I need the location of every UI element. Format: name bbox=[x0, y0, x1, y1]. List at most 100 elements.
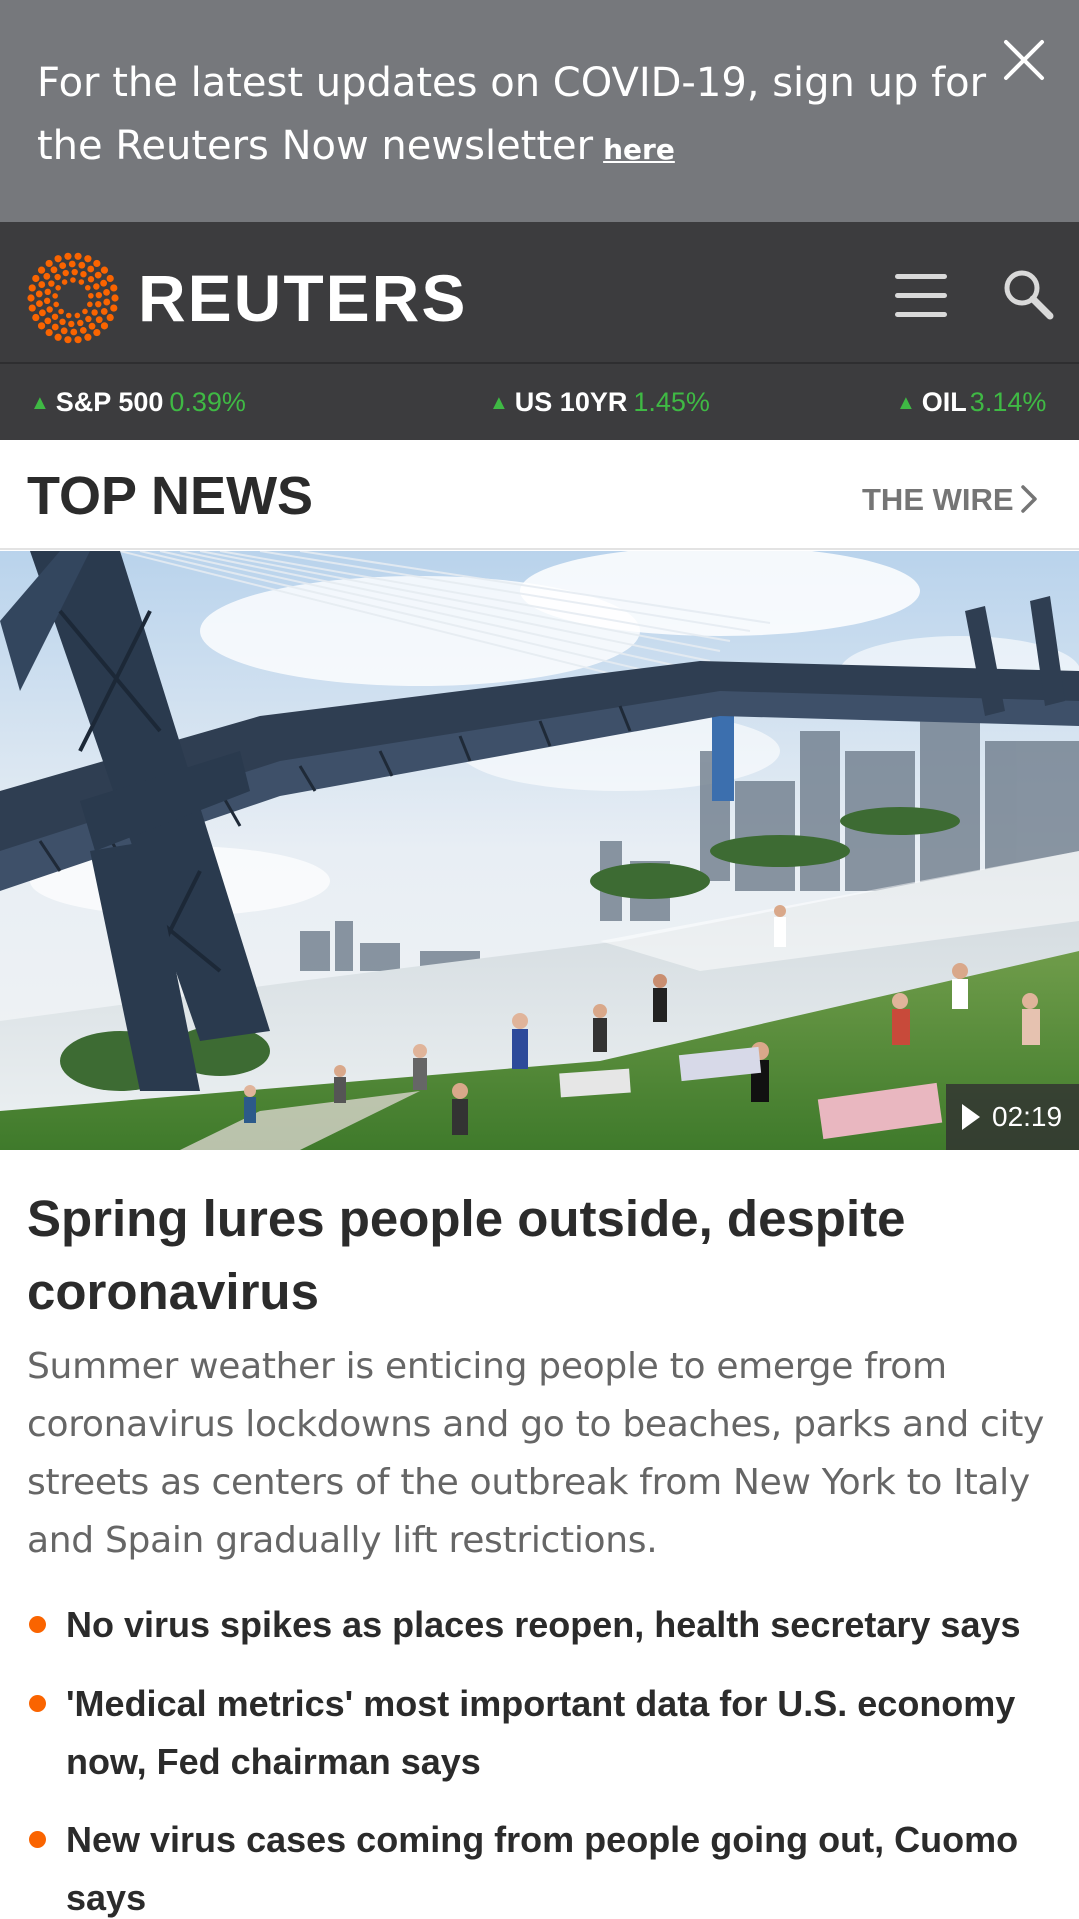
logo-dot bbox=[54, 255, 62, 263]
logo-dot bbox=[45, 328, 53, 337]
chevron-right-icon bbox=[1020, 485, 1037, 513]
logo-dot bbox=[68, 320, 75, 328]
logo-dot bbox=[78, 279, 85, 285]
bullet-icon bbox=[29, 1616, 46, 1633]
logo-dot bbox=[51, 323, 59, 331]
logo-dot bbox=[61, 279, 68, 285]
logo-dot bbox=[74, 312, 81, 319]
logo-dot bbox=[110, 304, 118, 312]
logo-dot bbox=[37, 322, 46, 330]
search-icon[interactable] bbox=[1000, 266, 1056, 322]
hamburger-menu-icon[interactable] bbox=[893, 268, 949, 324]
banner-message: For the latest updates on COVID-19, sign… bbox=[37, 52, 997, 181]
site-header: REUTERS bbox=[0, 222, 1079, 362]
lead-story-image[interactable] bbox=[0, 551, 1079, 1150]
logo-dot bbox=[68, 260, 76, 268]
logo-dot bbox=[111, 294, 119, 302]
close-icon[interactable] bbox=[1002, 38, 1046, 82]
logo-dot bbox=[84, 255, 92, 263]
the-wire-label: THE WIRE bbox=[862, 482, 1014, 517]
logo-dot bbox=[88, 322, 96, 330]
logo-dot bbox=[59, 262, 67, 269]
logo-dot bbox=[93, 283, 100, 290]
logo-dot bbox=[80, 271, 87, 278]
bullet-icon bbox=[29, 1831, 46, 1848]
logo-dot bbox=[50, 266, 58, 274]
logo-dot bbox=[52, 293, 58, 299]
logo-dot bbox=[70, 277, 76, 283]
related-story-title[interactable]: No virus spikes as places reopen, health… bbox=[66, 1596, 1066, 1654]
video-duration-badge[interactable]: 02:19 bbox=[946, 1084, 1079, 1150]
logo-dot bbox=[87, 276, 95, 283]
logo-dot bbox=[106, 274, 114, 283]
ticker-name: OIL bbox=[921, 387, 967, 417]
logo-dot bbox=[32, 313, 40, 322]
logo-dot bbox=[28, 304, 36, 312]
logo-dot bbox=[100, 266, 109, 274]
logo-dot bbox=[85, 315, 92, 323]
reuters-wordmark[interactable]: REUTERS bbox=[138, 258, 467, 338]
logo-dot bbox=[54, 273, 61, 281]
logo-dot bbox=[103, 298, 111, 306]
logo-dot bbox=[51, 313, 59, 320]
logo-dot bbox=[93, 328, 101, 337]
logo-dot bbox=[39, 309, 46, 317]
lead-story-summary: Summer weather is enticing people to eme… bbox=[27, 1346, 1045, 1561]
banner-text: For the latest updates on COVID-19, sign… bbox=[37, 60, 987, 169]
logo-dot bbox=[28, 284, 36, 292]
up-arrow-icon: ▲ bbox=[30, 392, 50, 414]
logo-dot bbox=[32, 274, 40, 283]
related-story-title[interactable]: New virus cases coming from people going… bbox=[66, 1811, 1066, 1919]
ticker-name: US 10YR bbox=[514, 387, 628, 417]
newsletter-link[interactable]: here bbox=[603, 133, 675, 166]
lead-story-headline[interactable]: Spring lures people outside, despite cor… bbox=[27, 1182, 1047, 1328]
the-wire-link[interactable]: THE WIRE bbox=[862, 478, 1038, 522]
related-story-title[interactable]: 'Medical metrics' most important data fo… bbox=[66, 1675, 1066, 1791]
logo-dot bbox=[48, 280, 55, 287]
logo-dot bbox=[64, 252, 72, 260]
logo-dot bbox=[100, 279, 107, 287]
logo-dot bbox=[45, 259, 53, 268]
logo-dot bbox=[74, 252, 82, 260]
logo-dot bbox=[100, 308, 108, 315]
logo-dot bbox=[55, 285, 61, 291]
ticker-change: 0.39% bbox=[169, 387, 246, 417]
logo-dot bbox=[94, 271, 102, 279]
logo-dot bbox=[62, 269, 69, 277]
logo-dot bbox=[44, 288, 51, 296]
ticker-change: 3.14% bbox=[969, 387, 1047, 417]
ticker-sp500[interactable]: ▲ S&P 500 0.39% bbox=[30, 382, 246, 422]
logo-dot bbox=[71, 268, 78, 276]
logo-dot bbox=[43, 272, 51, 280]
logo-dot bbox=[74, 336, 82, 344]
logo-dot bbox=[95, 291, 103, 299]
logo-dot bbox=[70, 328, 78, 336]
logo-dot bbox=[46, 306, 53, 313]
covid-newsletter-banner: For the latest updates on COVID-19, sign… bbox=[0, 0, 1079, 222]
video-duration: 02:19 bbox=[992, 1101, 1063, 1132]
reuters-logo-icon[interactable] bbox=[26, 251, 120, 345]
logo-dot bbox=[95, 300, 102, 308]
play-icon bbox=[962, 1104, 980, 1130]
logo-dot bbox=[106, 313, 114, 322]
logo-dot bbox=[88, 292, 94, 299]
logo-dot bbox=[100, 322, 109, 330]
logo-dot bbox=[36, 300, 43, 307]
up-arrow-icon: ▲ bbox=[489, 392, 509, 414]
logo-dot bbox=[103, 289, 110, 296]
bullet-icon bbox=[29, 1695, 46, 1712]
ticker-us10yr[interactable]: ▲ US 10YR 1.45% bbox=[489, 382, 710, 422]
logo-dot bbox=[27, 294, 35, 302]
logo-dot bbox=[65, 312, 72, 319]
logo-dot bbox=[110, 284, 118, 292]
logo-dot bbox=[60, 327, 68, 335]
logo-dot bbox=[35, 290, 43, 298]
logo-dot bbox=[54, 333, 62, 341]
logo-dot bbox=[87, 301, 93, 308]
logo-dot bbox=[84, 284, 91, 291]
ticker-oil[interactable]: ▲ OIL 3.14% bbox=[896, 382, 1046, 422]
logo-dot bbox=[79, 327, 87, 334]
logo-dot bbox=[64, 336, 72, 344]
reuters-mobile-page: For the latest updates on COVID-19, sign… bbox=[0, 0, 1079, 1919]
section-title: TOP NEWS bbox=[27, 466, 314, 526]
